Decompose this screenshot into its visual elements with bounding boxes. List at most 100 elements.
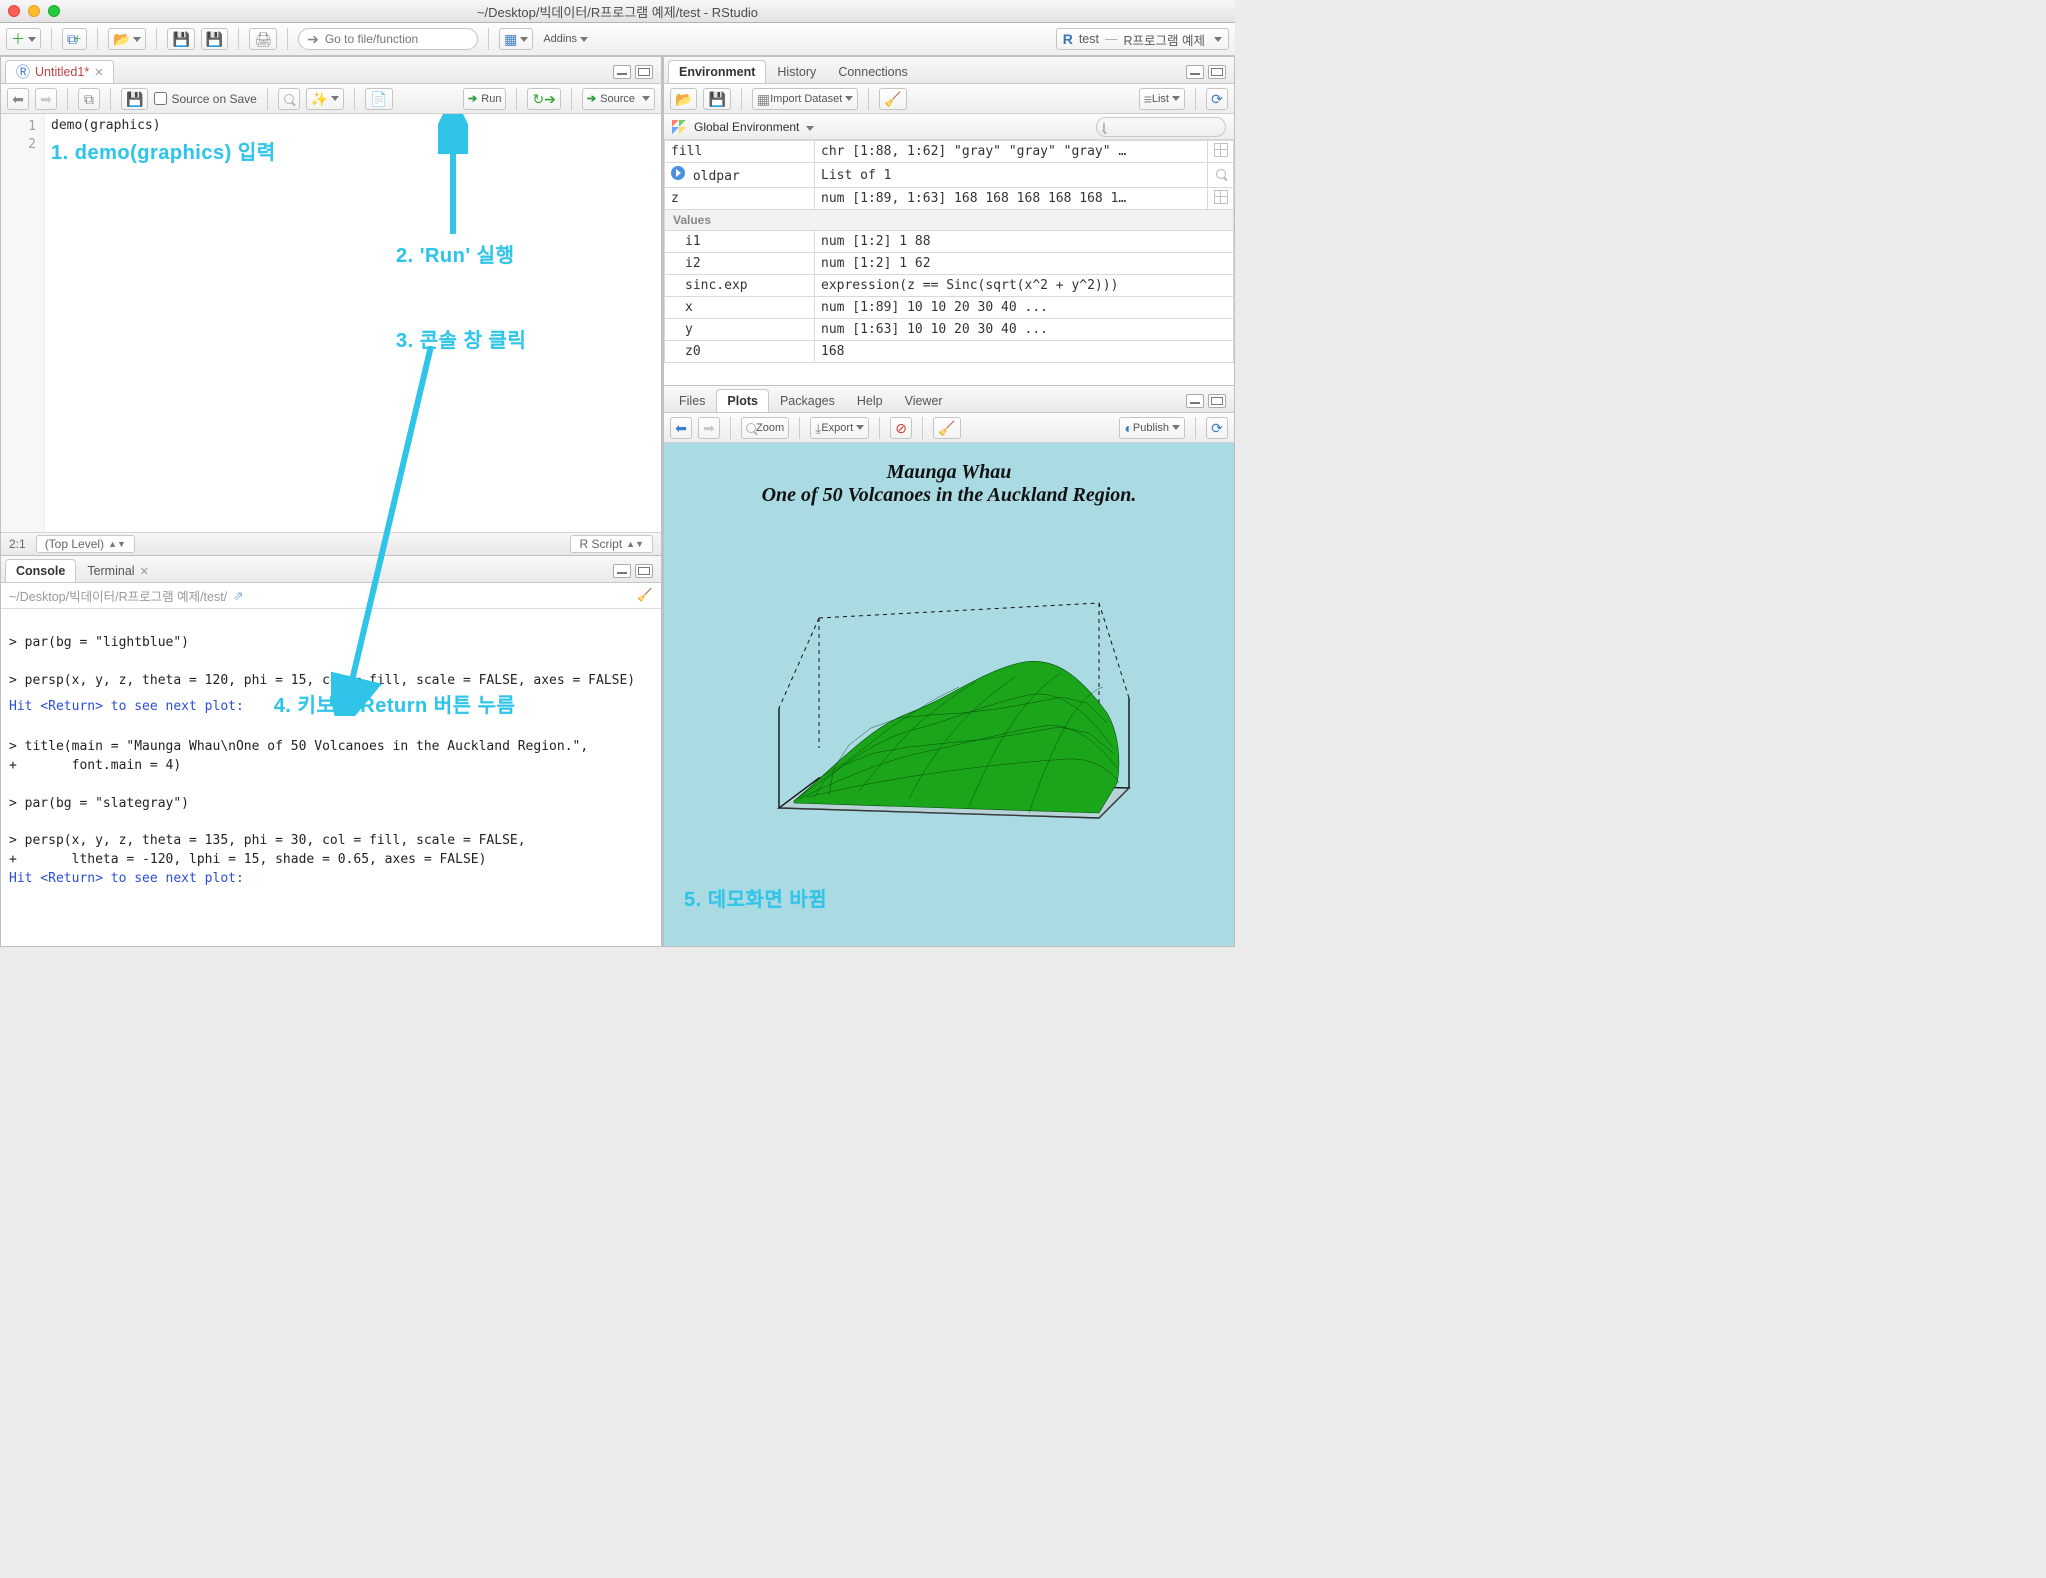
env-var-name[interactable]: z0 xyxy=(665,341,815,363)
view-data-icon[interactable] xyxy=(1214,190,1228,204)
source-pane: Ⓡ Untitled1* ✕ ⬅ ➡ ⧉ 💾 Source on Sav xyxy=(0,56,662,556)
pane-minimize-button[interactable] xyxy=(613,564,631,578)
source-tabs: Ⓡ Untitled1* ✕ xyxy=(1,57,661,84)
panes-button[interactable]: ▦ xyxy=(499,28,533,50)
project-menu[interactable]: R test — R프로그램 예제 xyxy=(1056,28,1229,50)
expand-icon[interactable] xyxy=(671,166,685,180)
new-project-button[interactable]: ⧉＋ xyxy=(62,28,87,50)
env-var-value: num [1:2] 1 62 xyxy=(815,253,1234,275)
editor-area[interactable]: 12 demo(graphics) 1. demo(graphics) 입력 2… xyxy=(1,114,661,532)
source-tab-untitled[interactable]: Ⓡ Untitled1* ✕ xyxy=(5,60,114,83)
tab-files[interactable]: Files xyxy=(668,389,716,412)
save-workspace-button[interactable]: 💾 xyxy=(703,88,730,110)
refresh-env-button[interactable]: ⟳ xyxy=(1206,88,1228,110)
goto-input[interactable] xyxy=(325,32,480,46)
pane-maximize-button[interactable] xyxy=(1208,394,1226,408)
close-tab-icon[interactable]: ✕ xyxy=(140,565,149,578)
plot-prev-button[interactable]: ⬅ xyxy=(670,417,692,439)
run-button[interactable]: ➔Run xyxy=(463,88,506,110)
search-icon xyxy=(284,94,294,104)
tab-plots[interactable]: Plots xyxy=(716,389,769,412)
pane-minimize-button[interactable] xyxy=(1186,65,1204,79)
tab-connections[interactable]: Connections xyxy=(827,60,919,83)
env-var-value: chr [1:88, 1:62] "gray" "gray" "gray" … xyxy=(815,141,1208,163)
env-var-name[interactable]: i1 xyxy=(665,231,815,253)
env-section-values: Values xyxy=(665,210,1234,231)
environment-toolbar: 📂 💾 ▦ Import Dataset 🧹 ≡ List ⟳ xyxy=(664,84,1234,114)
env-var-name[interactable]: sinc.exp xyxy=(665,275,815,297)
env-var-value: num [1:2] 1 88 xyxy=(815,231,1234,253)
open-file-button[interactable]: 📂 xyxy=(108,28,146,50)
save-source-button[interactable]: 💾 xyxy=(121,88,148,110)
source-button[interactable]: ➔Source xyxy=(582,88,655,110)
scope-selector[interactable]: (Top Level) ▲▼ xyxy=(36,535,135,553)
language-selector[interactable]: R Script ▲▼ xyxy=(570,535,653,553)
env-var-name[interactable]: x xyxy=(665,297,815,319)
project-name: test xyxy=(1079,32,1099,46)
annotation-arrow-up xyxy=(438,114,468,239)
env-search[interactable] xyxy=(1096,117,1226,137)
environment-scope-bar: Global Environment xyxy=(664,114,1234,140)
tab-viewer[interactable]: Viewer xyxy=(894,389,954,412)
run-arrow-icon: ➔ xyxy=(468,92,477,105)
plots-toolbar: ⬅ ➡ Zoom ⤓ Export ⊘ 🧹 ◐ Publish ⟳ xyxy=(664,413,1234,443)
plots-pane: Files Plots Packages Help Viewer ⬅ ➡ Zoo… xyxy=(663,386,1235,947)
search-icon xyxy=(1103,122,1105,132)
main-toolbar: ＋ ⧉＋ 📂 💾 💾 🖨 ➔ ▦ Addins R test — R프로그램 예… xyxy=(0,23,1235,56)
pane-maximize-button[interactable] xyxy=(635,65,653,79)
view-data-icon[interactable] xyxy=(1214,143,1228,157)
tab-terminal[interactable]: Terminal ✕ xyxy=(76,559,159,582)
save-button[interactable]: 💾 xyxy=(167,28,194,50)
import-dataset-button[interactable]: ▦ Import Dataset xyxy=(752,88,858,110)
publish-button[interactable]: ◐ Publish xyxy=(1119,417,1185,439)
load-workspace-button[interactable]: 📂 xyxy=(670,88,697,110)
env-var-name[interactable]: z xyxy=(665,188,815,210)
clear-console-icon[interactable]: 🧹 xyxy=(637,588,653,603)
pane-maximize-button[interactable] xyxy=(1208,65,1226,79)
scope-selector[interactable]: Global Environment xyxy=(694,120,814,134)
env-var-value: num [1:89, 1:63] 168 168 168 168 168 1… xyxy=(815,188,1208,210)
export-button[interactable]: ⤓ Export xyxy=(810,417,869,439)
wd-go-icon[interactable]: ⇗ xyxy=(233,588,243,603)
env-var-name[interactable]: y xyxy=(665,319,815,341)
remove-plot-button[interactable]: ⊘ xyxy=(890,417,912,439)
r-logo-icon: R xyxy=(1063,31,1073,47)
save-all-button[interactable]: 💾 xyxy=(201,28,228,50)
tab-history[interactable]: History xyxy=(766,60,827,83)
clear-plots-button[interactable]: 🧹 xyxy=(933,417,960,439)
env-var-name[interactable]: i2 xyxy=(665,253,815,275)
pane-minimize-button[interactable] xyxy=(613,65,631,79)
env-var-name[interactable]: fill xyxy=(665,141,815,163)
pane-minimize-button[interactable] xyxy=(1186,394,1204,408)
find-button[interactable] xyxy=(278,88,300,110)
env-var-value: num [1:63] 10 10 20 30 40 ... xyxy=(815,319,1234,341)
plot-next-button[interactable]: ➡ xyxy=(698,417,720,439)
tab-help[interactable]: Help xyxy=(846,389,894,412)
nav-forward-button[interactable]: ➡ xyxy=(35,88,57,110)
close-tab-icon[interactable]: ✕ xyxy=(94,66,103,79)
code-tools-button[interactable]: ✨ xyxy=(306,88,344,110)
tab-environment[interactable]: Environment xyxy=(668,60,766,83)
rerun-button[interactable]: ↻➔ xyxy=(527,88,560,110)
inspect-icon[interactable] xyxy=(1216,169,1226,179)
refresh-plot-button[interactable]: ⟳ xyxy=(1206,417,1228,439)
environment-pane: Environment History Connections 📂 💾 ▦ Im… xyxy=(663,56,1235,386)
goto-file-function[interactable]: ➔ xyxy=(298,28,478,50)
annotation-5: 5. 데모화면 바뀜 xyxy=(684,883,827,912)
env-var-name[interactable]: oldpar xyxy=(665,163,815,188)
window-title: ~/Desktop/빅데이터/R프로그램 예제/test - RStudio xyxy=(0,2,1235,21)
nav-back-button[interactable]: ⬅ xyxy=(7,88,29,110)
view-mode-button[interactable]: ≡ List xyxy=(1139,88,1185,110)
addins-menu[interactable]: Addins xyxy=(539,28,592,50)
cursor-position: 2:1 xyxy=(9,537,26,551)
new-file-button[interactable]: ＋ xyxy=(6,28,41,50)
source-on-save-checkbox[interactable]: Source on Save xyxy=(154,92,256,106)
tab-packages[interactable]: Packages xyxy=(769,389,846,412)
clear-objects-button[interactable]: 🧹 xyxy=(879,88,906,110)
compile-report-button[interactable]: 📄 xyxy=(365,88,392,110)
show-in-new-window-button[interactable]: ⧉ xyxy=(78,88,100,110)
zoom-button[interactable]: Zoom xyxy=(741,417,789,439)
pane-maximize-button[interactable] xyxy=(635,564,653,578)
tab-console[interactable]: Console xyxy=(5,559,76,582)
print-button[interactable]: 🖨 xyxy=(249,28,277,50)
